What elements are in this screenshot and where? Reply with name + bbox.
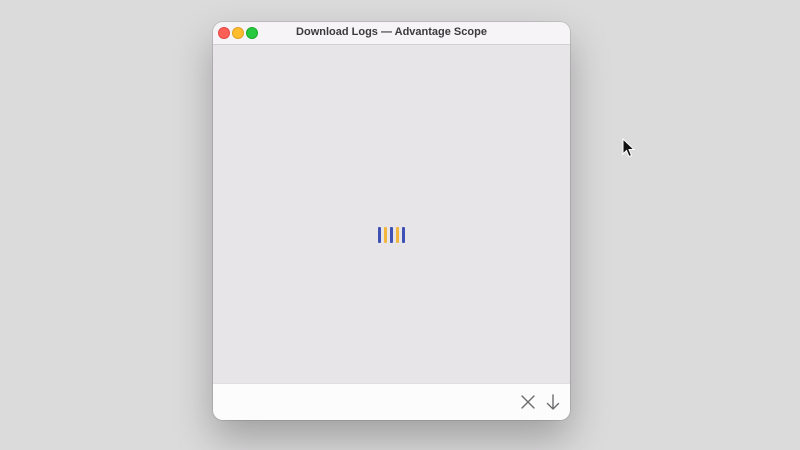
download-button[interactable] — [544, 393, 562, 411]
x-icon — [521, 395, 535, 409]
close-button[interactable] — [519, 393, 537, 411]
mouse-cursor-icon — [622, 138, 636, 158]
loader-bar — [396, 227, 399, 243]
window-title: Download Logs — Advantage Scope — [296, 26, 487, 38]
footer-bar — [213, 383, 570, 420]
loader-bar — [390, 227, 393, 243]
content-area — [213, 45, 570, 383]
title-bar[interactable]: Download Logs — Advantage Scope — [213, 22, 570, 45]
download-logs-window: Download Logs — Advantage Scope — [213, 22, 570, 420]
arrow-down-icon — [546, 394, 560, 410]
loader-bar — [402, 227, 405, 243]
loader-bar — [378, 227, 381, 243]
loader-bar — [384, 227, 387, 243]
loading-bars-icon — [378, 227, 406, 243]
